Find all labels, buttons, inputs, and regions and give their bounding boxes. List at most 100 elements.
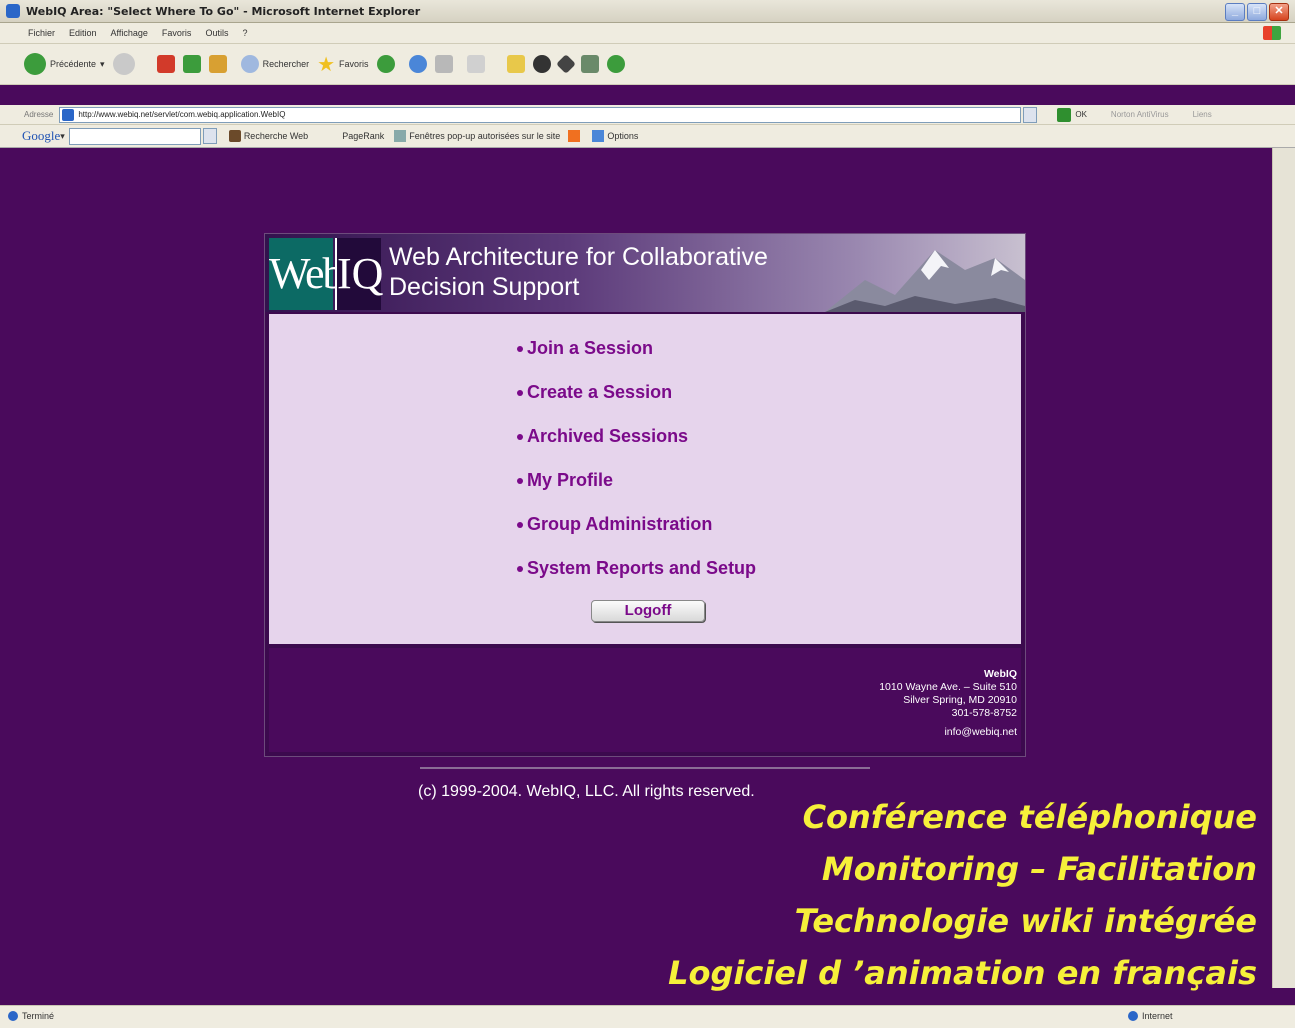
panel-footer: WebIQ 1010 Wayne Ave. – Suite 510 Silver… [269, 648, 1021, 752]
go-label: OK [1075, 110, 1087, 119]
search-button[interactable]: Rechercher [240, 55, 309, 73]
bullet-icon [517, 390, 523, 397]
print-icon [434, 55, 453, 73]
vertical-scrollbar[interactable] [1272, 148, 1295, 988]
google-logo[interactable]: Google [22, 128, 60, 144]
home-icon [208, 55, 227, 73]
join-session-link[interactable]: Join a Session [517, 338, 653, 359]
google-search-input[interactable] [68, 127, 201, 145]
address-dropdown[interactable] [1023, 106, 1038, 123]
refresh-button[interactable] [182, 55, 201, 73]
people-icon [606, 55, 625, 73]
menu-edition[interactable]: Edition [69, 28, 97, 38]
chevron-down-icon[interactable]: ▾ [60, 131, 65, 142]
banner-title-line2: Decision Support [389, 273, 580, 301]
history-button[interactable] [376, 55, 395, 73]
zone-text: Internet [1142, 1011, 1173, 1021]
close-button[interactable]: ✕ [1269, 3, 1289, 21]
favorites-label: Favoris [339, 59, 369, 69]
chevron-down-icon: ▾ [100, 58, 105, 69]
messenger-button[interactable] [555, 54, 576, 74]
address-bar: Adresse http://www.webiq.net/servlet/com… [0, 105, 1295, 125]
forward-button[interactable] [112, 53, 135, 75]
research-button[interactable] [532, 55, 551, 73]
overlay-line-3: Technologie wiki intégrée [794, 902, 1257, 940]
create-session-link[interactable]: Create a Session [517, 382, 672, 403]
ie-icon [6, 4, 20, 18]
window-title: WebIQ Area: "Select Where To Go" - Micro… [26, 4, 421, 18]
logoff-button[interactable]: Logoff [591, 600, 705, 622]
search-web-label: Recherche Web [243, 131, 309, 141]
calculator-button[interactable] [580, 55, 599, 73]
maximize-button[interactable]: □ [1247, 3, 1267, 21]
group-administration-link[interactable]: Group Administration [517, 514, 712, 535]
minimize-button[interactable]: _ [1225, 3, 1245, 21]
binoculars-icon [228, 130, 241, 142]
menu-help[interactable]: ? [242, 28, 247, 38]
bullet-icon [517, 434, 523, 441]
options-label: Options [607, 131, 639, 141]
menu-outils[interactable]: Outils [205, 28, 228, 38]
logo-web: Web [269, 238, 345, 310]
popup-blocker-button[interactable]: Fenêtres pop-up autorisées sur le site [394, 130, 560, 142]
calculator-icon [580, 55, 599, 73]
system-reports-link[interactable]: System Reports and Setup [517, 558, 756, 579]
page-icon [62, 108, 75, 121]
norton-label[interactable]: Norton AntiVirus [1111, 110, 1169, 119]
windows-logo-icon [1263, 26, 1281, 40]
menu-affichage[interactable]: Affichage [111, 28, 148, 38]
blogger-icon[interactable] [568, 130, 581, 142]
mail-button[interactable] [408, 55, 427, 73]
logo-iq: IQ [335, 238, 383, 310]
search-web-button[interactable]: Recherche Web [228, 130, 309, 142]
city-address: Silver Spring, MD 20910 [903, 694, 1017, 706]
address-input[interactable]: http://www.webiq.net/servlet/com.webiq.a… [59, 106, 1022, 123]
menu-bar: Fichier Edition Affichage Favoris Outils… [0, 23, 1295, 44]
search-icon [240, 55, 259, 73]
favorites-button[interactable]: ★ Favoris [317, 52, 368, 77]
popup-icon [394, 130, 407, 142]
banner: Web IQ Web Architecture for Collaborativ… [265, 234, 1025, 312]
back-label: Précédente [50, 59, 97, 69]
messenger-people-button[interactable] [606, 55, 625, 73]
overlay-line-2: Monitoring – Facilitation [821, 850, 1257, 888]
page-done-icon [8, 1011, 18, 1021]
main-menu: Join a Session Create a Session Archived… [269, 314, 1021, 644]
toolbar: Précédente ▾ Rechercher ★ Favoris [0, 44, 1295, 85]
print-button[interactable] [434, 55, 453, 73]
divider [420, 767, 870, 769]
banner-title: Web Architecture for Collaborative Decis… [389, 242, 768, 302]
contact-info: WebIQ 1010 Wayne Ave. – Suite 510 Silver… [879, 668, 1017, 739]
home-button[interactable] [208, 55, 227, 73]
mountain-image [825, 250, 1025, 312]
email-link[interactable]: info@webiq.net [879, 726, 1017, 739]
diamond-icon [555, 54, 576, 74]
back-arrow-icon [24, 53, 46, 75]
edit-button[interactable] [466, 55, 485, 73]
google-search-dropdown[interactable] [202, 128, 217, 144]
refresh-icon [182, 55, 201, 73]
options-button[interactable]: Options [592, 130, 638, 142]
my-profile-link[interactable]: My Profile [517, 470, 613, 491]
group-administration-label: Group Administration [527, 514, 713, 534]
mail-icon [408, 55, 427, 73]
status-left: Terminé [8, 1011, 54, 1021]
pagerank-button[interactable]: PageRank [342, 131, 384, 141]
folder-button[interactable] [506, 55, 525, 73]
bullet-icon [517, 478, 523, 485]
status-right: Internet [1128, 1011, 1173, 1021]
go-button[interactable]: OK [1057, 107, 1087, 122]
address-label: Adresse [24, 110, 54, 119]
options-icon [592, 130, 605, 142]
archived-sessions-link[interactable]: Archived Sessions [517, 426, 688, 447]
popup-label: Fenêtres pop-up autorisées sur le site [409, 131, 561, 141]
back-button[interactable]: Précédente ▾ [24, 53, 105, 75]
menu-favoris[interactable]: Favoris [162, 28, 192, 38]
title-bar: WebIQ Area: "Select Where To Go" - Micro… [0, 0, 1295, 23]
stop-icon [156, 55, 175, 73]
forward-arrow-icon [112, 53, 135, 75]
menu-fichier[interactable]: Fichier [28, 28, 55, 38]
bullet-icon [517, 522, 523, 529]
links-label[interactable]: Liens [1193, 110, 1212, 119]
stop-button[interactable] [156, 55, 175, 73]
